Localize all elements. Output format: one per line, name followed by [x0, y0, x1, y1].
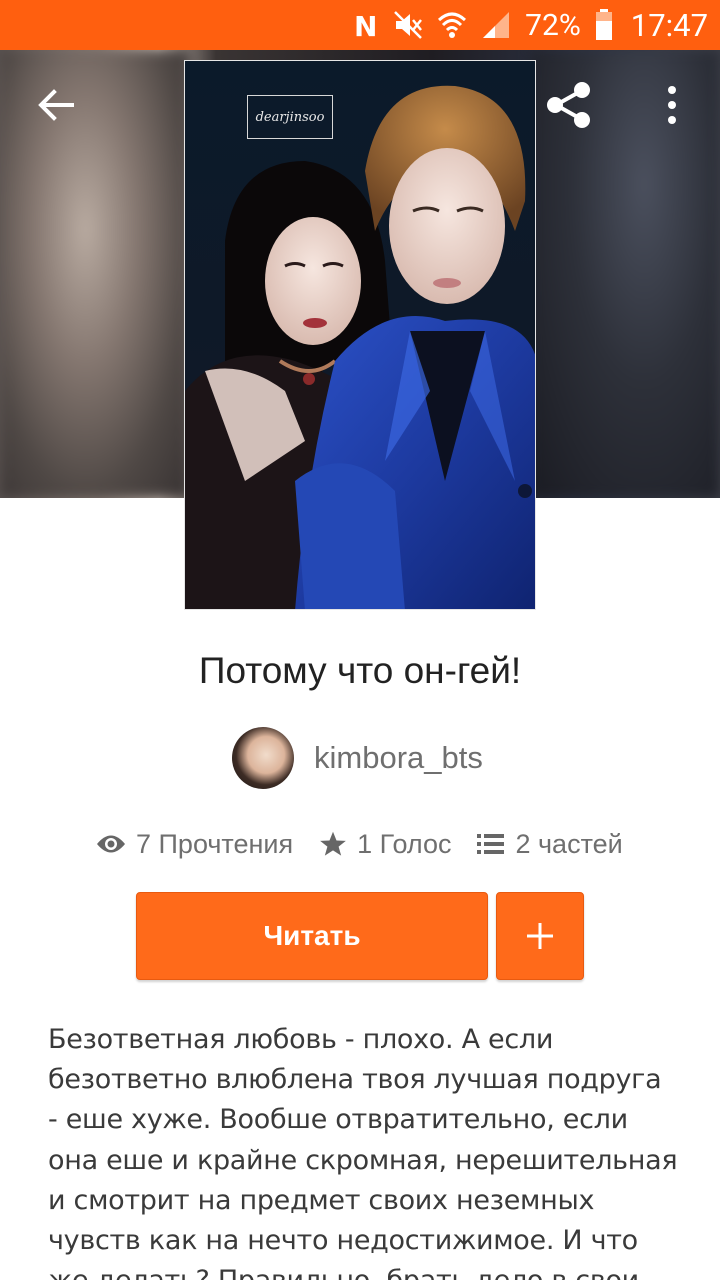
clock: 17:47: [630, 6, 708, 44]
votes-count: 1 Голос: [357, 828, 452, 859]
more-vert-icon: [668, 86, 676, 124]
story-title: Потому что он-гей!: [198, 650, 522, 691]
read-button[interactable]: Читать: [136, 892, 488, 980]
story-stats: 7 Прочтения 1 Голос 2 частей: [96, 822, 623, 866]
status-bar: N 72% 17:47: [0, 0, 720, 50]
cover-watermark: dearjinsoo: [247, 95, 333, 139]
back-button[interactable]: [16, 50, 96, 160]
battery-icon: [595, 0, 613, 50]
back-arrow-icon: [38, 89, 74, 121]
reads-stat: 7 Прочтения: [96, 829, 293, 860]
story-description: Безответная любовь - плохо. А если безот…: [48, 1024, 678, 1280]
list-icon: [477, 834, 505, 854]
wifi-icon: [437, 0, 467, 50]
svg-text:N: N: [354, 10, 377, 40]
author-avatar[interactable]: [232, 727, 294, 789]
author-row[interactable]: kimbora_bts: [232, 726, 483, 790]
eye-icon: [97, 835, 125, 853]
cover-art: [185, 61, 535, 609]
parts-stat: 2 частей: [477, 828, 623, 860]
more-options-button[interactable]: [632, 50, 712, 160]
battery-percent: 72%: [525, 7, 581, 43]
plus-icon: [527, 923, 553, 949]
author-name[interactable]: kimbora_bts: [314, 740, 483, 776]
star-icon: [320, 831, 346, 856]
parts-count: 2 частей: [515, 828, 623, 859]
story-cover-image[interactable]: dearjinsoo: [184, 60, 536, 610]
reads-count: 7 Прочтения: [136, 828, 294, 859]
nfc-icon: N: [353, 0, 379, 50]
mute-icon: [393, 0, 423, 50]
votes-stat: 1 Голос: [319, 829, 451, 860]
share-button[interactable]: [528, 50, 608, 160]
add-to-library-button[interactable]: [496, 892, 584, 980]
share-icon: [547, 82, 590, 128]
signal-icon: [481, 0, 511, 50]
